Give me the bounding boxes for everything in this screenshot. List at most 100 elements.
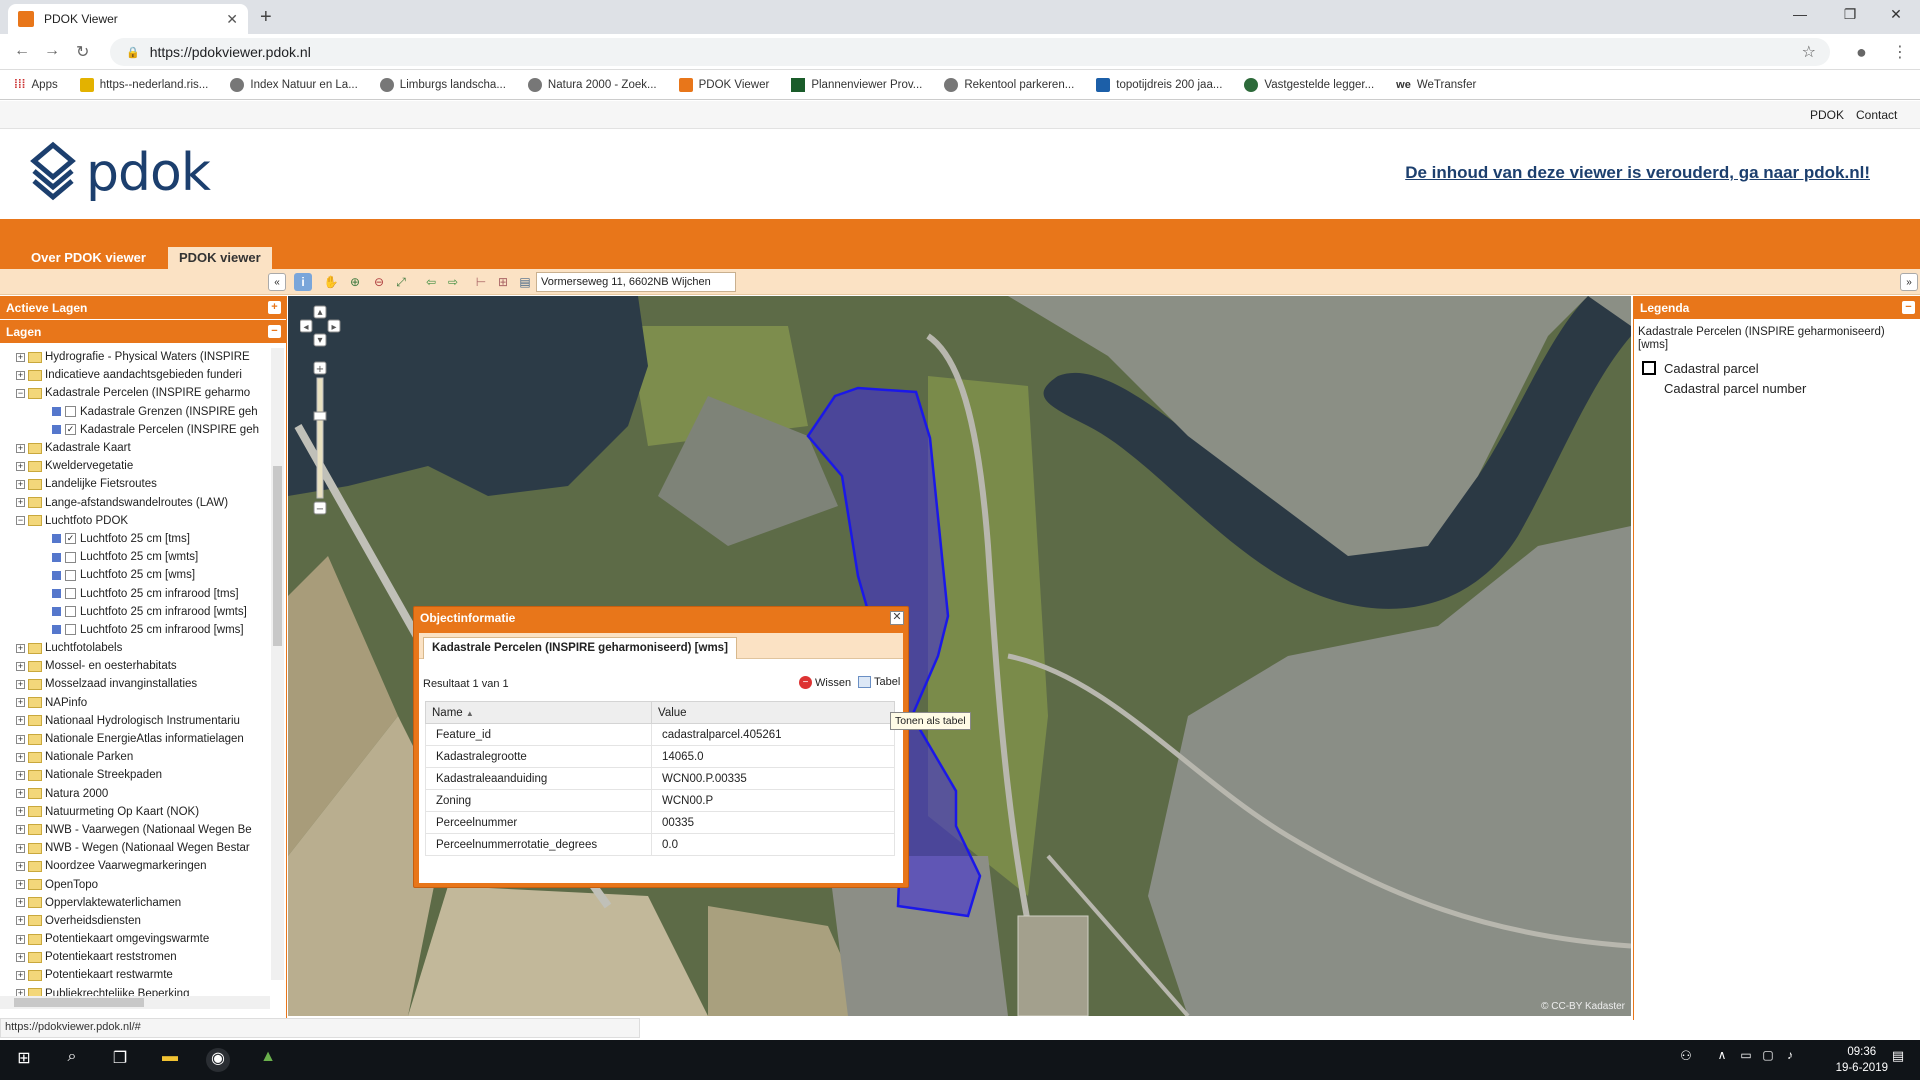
collapse-icon[interactable]: − — [268, 325, 281, 338]
layer-checkbox[interactable] — [65, 551, 76, 563]
layer-folder[interactable]: + Landelijke Fietsroutes — [0, 475, 270, 493]
expand-toggle-icon[interactable]: + — [16, 898, 25, 908]
expand-toggle-icon[interactable]: − — [16, 388, 25, 398]
forward-button[interactable]: → — [44, 42, 60, 60]
expand-toggle-icon[interactable]: + — [16, 752, 25, 762]
next-extent-icon[interactable]: ⇨ — [444, 273, 462, 291]
layer-folder[interactable]: + Nationale Parken — [0, 748, 270, 766]
search-icon[interactable]: ⌕ — [60, 1048, 84, 1072]
layer-checkbox[interactable]: ✓ — [65, 424, 76, 436]
layer-item[interactable]: Luchtfoto 25 cm [wmts] — [0, 548, 270, 566]
table-row[interactable]: Zoning WCN00.P — [425, 789, 895, 812]
expand-toggle-icon[interactable]: + — [16, 843, 25, 853]
popup-layer-tab[interactable]: Kadastrale Percelen (INSPIRE geharmonise… — [423, 637, 737, 659]
layer-item[interactable]: ✓ Luchtfoto 25 cm [tms] — [0, 530, 270, 548]
layer-checkbox[interactable] — [65, 588, 76, 600]
table-button[interactable]: Tabel — [858, 676, 900, 688]
pan-hand-icon[interactable]: ✋ — [322, 273, 340, 291]
expand-toggle-icon[interactable]: + — [16, 934, 25, 944]
layer-folder[interactable]: + Luchtfotolabels — [0, 639, 270, 657]
taskbar-clock[interactable]: 09:36 19-6-2019 — [1836, 1044, 1888, 1076]
layer-checkbox[interactable] — [65, 406, 76, 418]
bookmark-item[interactable]: Rekentool parkeren... — [944, 77, 1074, 92]
collapse-right-icon[interactable]: » — [1900, 273, 1918, 291]
layer-folder[interactable]: + Overheidsdiensten — [0, 912, 270, 930]
measure-distance-icon[interactable]: ⊢ — [472, 273, 490, 291]
battery-icon[interactable]: ▭ — [1734, 1048, 1758, 1072]
volume-icon[interactable]: ♪ — [1778, 1048, 1802, 1072]
table-row[interactable]: Perceelnummerrotatie_degrees 0.0 — [425, 833, 895, 856]
collapse-left-icon[interactable]: « — [268, 273, 286, 291]
new-tab-button[interactable]: + — [260, 6, 272, 29]
network-icon[interactable]: ▢ — [1756, 1048, 1780, 1072]
layer-folder[interactable]: + Kadastrale Kaart — [0, 439, 270, 457]
expand-toggle-icon[interactable]: + — [16, 970, 25, 980]
layer-folder[interactable]: − Luchtfoto PDOK — [0, 512, 270, 530]
table-row[interactable]: Kadastraleaanduiding WCN00.P.00335 — [425, 767, 895, 790]
clear-button[interactable]: − Wissen — [799, 676, 851, 689]
popup-header[interactable]: Objectinformatie ✕ — [414, 607, 908, 629]
layer-item[interactable]: Luchtfoto 25 cm [wms] — [0, 566, 270, 584]
layer-item[interactable]: ✓ Kadastrale Percelen (INSPIRE geh — [0, 421, 270, 439]
column-header-name[interactable]: Name ▲ — [425, 701, 652, 724]
profile-icon[interactable]: ● — [1856, 42, 1867, 63]
bookmark-item[interactable]: Plannenviewer Prov... — [791, 77, 922, 92]
expand-toggle-icon[interactable]: + — [16, 498, 25, 508]
windows-start-icon[interactable]: ⊞ — [12, 1048, 36, 1072]
layer-folder[interactable]: + Noordzee Vaarwegmarkeringen — [0, 857, 270, 875]
layer-item[interactable]: Luchtfoto 25 cm infrarood [wms] — [0, 621, 270, 639]
expand-toggle-icon[interactable]: + — [16, 443, 25, 453]
bookmark-item[interactable]: Limburgs landscha... — [379, 77, 506, 92]
tree-hscrollbar-thumb[interactable] — [14, 998, 144, 1007]
layer-folder[interactable]: + Potentiekaart reststromen — [0, 948, 270, 966]
expand-toggle-icon[interactable]: + — [16, 679, 25, 689]
bookmark-item[interactable]: Index Natuur en La... — [230, 77, 358, 92]
reload-button[interactable]: ↻ — [76, 42, 89, 62]
legend-header[interactable]: Legenda − — [1634, 296, 1920, 320]
app-icon[interactable]: ▲ — [256, 1048, 280, 1072]
column-header-value[interactable]: Value — [651, 701, 895, 724]
expand-toggle-icon[interactable]: + — [16, 789, 25, 799]
tree-vertical-scrollbar[interactable] — [271, 348, 284, 980]
zoom-in-icon[interactable]: ⊕ — [346, 273, 364, 291]
zoom-slider-track[interactable] — [316, 377, 324, 499]
people-icon[interactable]: ⚇ — [1674, 1048, 1698, 1072]
expand-toggle-icon[interactable]: − — [16, 516, 25, 526]
active-layers-header[interactable]: Actieve Lagen + — [0, 296, 286, 320]
layer-folder[interactable]: + Potentiekaart restwarmte — [0, 966, 270, 984]
expand-toggle-icon[interactable]: + — [16, 479, 25, 489]
expand-toggle-icon[interactable]: + — [16, 807, 25, 817]
browser-tab[interactable]: PDOK Viewer ✕ — [8, 4, 248, 34]
layer-folder[interactable]: + Mossel- en oesterhabitats — [0, 657, 270, 675]
layer-item[interactable]: Luchtfoto 25 cm infrarood [wmts] — [0, 603, 270, 621]
layers-header[interactable]: Lagen − — [0, 320, 286, 344]
expand-toggle-icon[interactable]: + — [16, 952, 25, 962]
menu-icon[interactable]: ⋮ — [1892, 42, 1908, 62]
back-button[interactable]: ← — [14, 42, 30, 60]
tray-chevron-icon[interactable]: ∧ — [1710, 1048, 1734, 1072]
file-explorer-icon[interactable]: ▬ — [158, 1048, 182, 1072]
close-icon[interactable]: ✕ — [890, 611, 904, 625]
measure-area-icon[interactable]: ⊞ — [494, 273, 512, 291]
layer-checkbox[interactable] — [65, 624, 76, 636]
layer-folder[interactable]: + Nationale EnergieAtlas informatielagen — [0, 730, 270, 748]
bookmark-item[interactable]: https--nederland.ris... — [79, 77, 208, 92]
bookmark-item[interactable]: topotijdreis 200 jaa... — [1096, 77, 1222, 92]
layer-folder[interactable]: + Indicatieve aandachtsgebieden funderi — [0, 366, 270, 384]
expand-toggle-icon[interactable]: + — [16, 716, 25, 726]
expand-toggle-icon[interactable]: + — [16, 734, 25, 744]
expand-toggle-icon[interactable]: + — [16, 861, 25, 871]
print-icon[interactable]: ▤ — [516, 273, 534, 291]
expand-icon[interactable]: + — [268, 301, 281, 314]
expand-toggle-icon[interactable]: + — [16, 461, 25, 471]
layer-folder[interactable]: + Natuurmeting Op Kaart (NOK) — [0, 803, 270, 821]
expand-toggle-icon[interactable]: + — [16, 370, 25, 380]
layer-folder[interactable]: + Potentiekaart omgevingswarmte — [0, 930, 270, 948]
info-icon[interactable]: i — [294, 273, 312, 291]
layer-item[interactable]: Kadastrale Grenzen (INSPIRE geh — [0, 403, 270, 421]
table-row[interactable]: Feature_id cadastralparcel.405261 — [425, 723, 895, 746]
close-tab-icon[interactable]: ✕ — [226, 11, 238, 28]
expand-toggle-icon[interactable]: + — [16, 661, 25, 671]
bookmark-item[interactable]: Natura 2000 - Zoek... — [527, 77, 657, 92]
outdated-notice-link[interactable]: De inhoud van deze viewer is verouderd, … — [1405, 163, 1870, 183]
